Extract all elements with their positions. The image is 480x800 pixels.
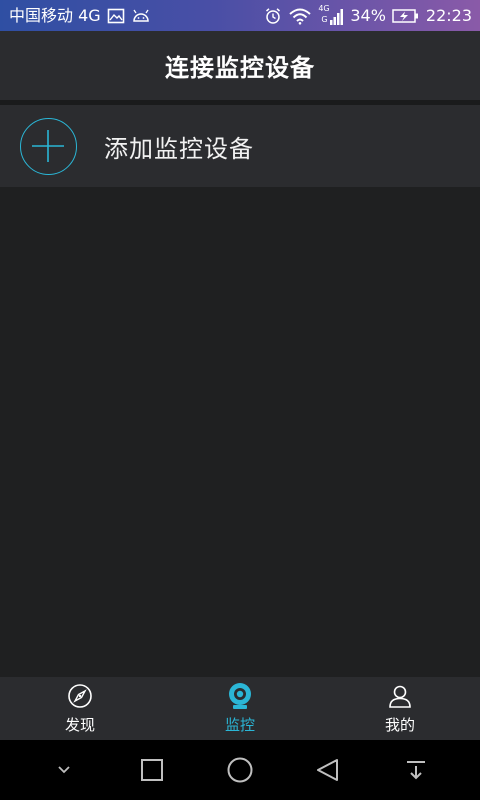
back-icon[interactable]: [303, 745, 353, 795]
status-bar: 中国移动 4G 4G G 34% 22:23: [0, 0, 480, 31]
chevron-down-icon[interactable]: [39, 745, 89, 795]
system-nav-bar: [0, 740, 480, 800]
clock-time: 22:23: [425, 6, 472, 25]
home-icon[interactable]: [215, 745, 265, 795]
carrier-text: 中国移动 4G: [9, 6, 101, 25]
add-device-label: 添加监控设备: [104, 134, 254, 163]
page-title: 连接监控设备: [165, 54, 315, 82]
bottom-tab-bar: 发现 监控 我的: [0, 677, 480, 740]
android-icon: [131, 8, 151, 24]
tab-discover-label: 发现: [64, 716, 95, 734]
battery-icon: [392, 8, 420, 24]
plus-circle-icon: [20, 117, 77, 175]
image-icon: [107, 7, 125, 25]
tab-discover[interactable]: 发现: [20, 677, 140, 740]
status-right: 4G G 34% 22:23: [264, 0, 472, 31]
signal-icon: 4G G: [318, 4, 344, 28]
tab-monitor-label: 监控: [224, 716, 255, 734]
title-bar: 连接监控设备: [0, 31, 480, 100]
device-list-area: [0, 187, 480, 677]
status-left: 中国移动 4G: [9, 0, 151, 31]
wifi-icon: [288, 7, 312, 25]
compass-icon: [67, 682, 93, 710]
recent-apps-icon[interactable]: [127, 745, 177, 795]
tab-mine-label: 我的: [384, 716, 415, 734]
person-icon: [387, 682, 413, 710]
alarm-icon: [264, 7, 282, 25]
notification-pull-icon[interactable]: [391, 745, 441, 795]
add-device-button[interactable]: 添加监控设备: [0, 105, 480, 187]
camera-icon: [226, 682, 254, 710]
tab-mine[interactable]: 我的: [340, 677, 460, 740]
battery-percent: 34%: [350, 6, 386, 25]
tab-monitor[interactable]: 监控: [180, 677, 300, 740]
